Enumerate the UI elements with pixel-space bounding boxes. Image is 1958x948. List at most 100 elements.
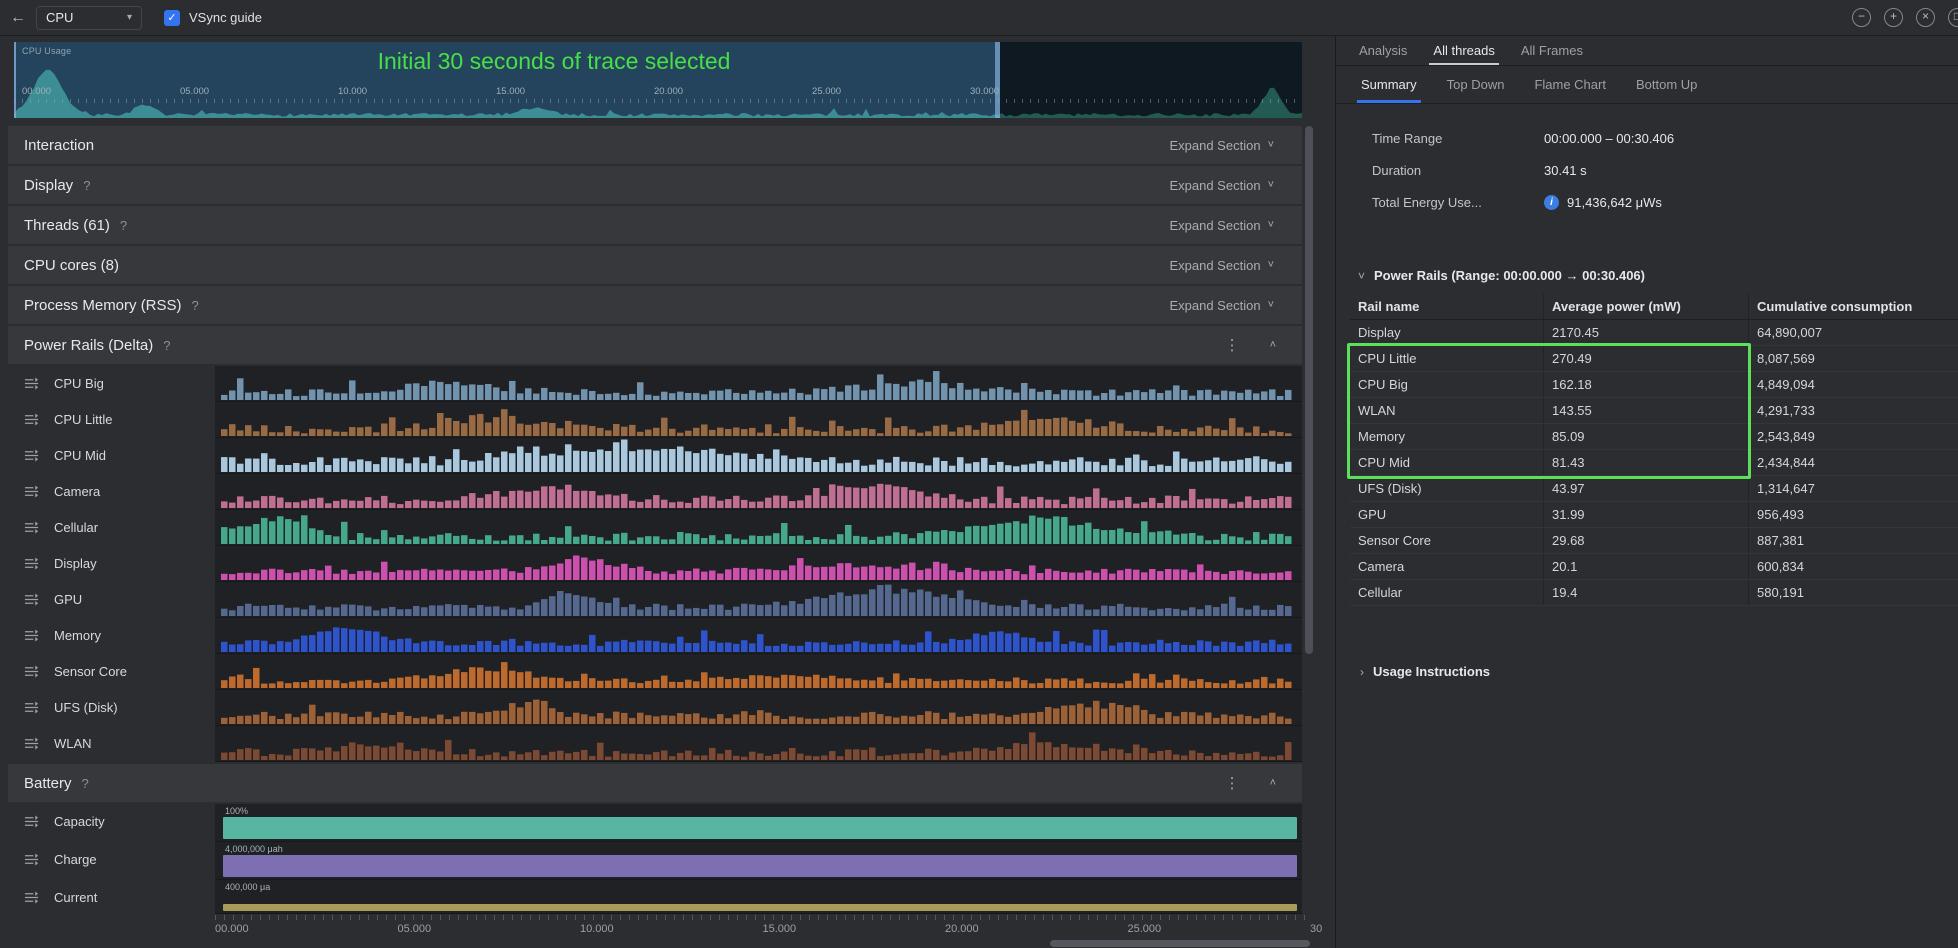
track-options-icon[interactable] [24,484,39,499]
rail-table-row-wlan[interactable]: WLAN143.554,291,733 [1350,398,1958,424]
section-row-threads-61[interactable]: Threads (61)?Expand Section˅ [8,206,1302,244]
track-label: Memory [54,628,101,643]
power-rail-track-cellular[interactable]: Cellular [8,510,1302,546]
more-options-icon[interactable]: ⋮ [1225,774,1240,792]
rail-table-row-gpu[interactable]: GPU31.99956,493 [1350,502,1958,528]
zoom-in-button[interactable]: + [1884,8,1903,27]
expand-section-button[interactable]: Expand Section˅ [1169,218,1274,233]
cell-avg: 85.09 [1543,424,1748,449]
power-rails-details-header[interactable]: ˅ Power Rails (Range: 00:00.000 → 00:30.… [1358,268,1645,283]
rail-table-row-ufs-disk[interactable]: UFS (Disk)43.971,314,647 [1350,476,1958,502]
power-rail-track-display[interactable]: Display [8,546,1302,582]
track-chart-area [215,618,1302,654]
rail-table-row-display[interactable]: Display2170.4564,890,007 [1350,320,1958,346]
track-options-icon[interactable] [24,664,39,679]
column-header-rail-name[interactable]: Rail name [1350,294,1543,319]
tab-analysis[interactable]: Analysis [1346,36,1420,65]
tab-all-threads[interactable]: All threads [1420,36,1507,65]
minimap-tick-label: 00.000 [22,86,51,97]
section-row-display[interactable]: Display?Expand Section˅ [8,166,1302,204]
subtab-flame-chart[interactable]: Flame Chart [1519,66,1621,103]
reset-zoom-button[interactable]: × [1916,8,1935,27]
android-studio-profiler: ← CPU ▾ ✓ VSync guide −+ × □ 00.00005.0001… [0,0,1958,948]
zoom-out-button[interactable]: − [1852,8,1871,27]
power-rail-track-cpu-mid[interactable]: CPU Mid [8,438,1302,474]
battery-track-current[interactable]: Current400,000 μa [8,880,1302,914]
power-rail-track-gpu[interactable]: GPU [8,582,1302,618]
cell-cumulative: 887,381 [1748,528,1958,553]
column-header-average-power-mw[interactable]: Average power (mW) [1543,294,1748,319]
vsync-guide-checkbox[interactable]: ✓ VSync guide [164,10,262,26]
process-selector-dropdown[interactable]: CPU ▾ [36,6,142,30]
track-options-icon[interactable] [24,556,39,571]
more-options-icon[interactable]: ⋮ [1225,336,1240,354]
section-row-interaction[interactable]: Interaction Expand Section˅ [8,126,1302,164]
power-rail-track-wlan[interactable]: WLAN [8,726,1302,762]
vertical-scrollbar[interactable] [1305,126,1313,654]
track-options-icon[interactable] [24,448,39,463]
battery-track-charge[interactable]: Charge4,000,000 μah [8,842,1302,880]
section-row-cpu-cores-8[interactable]: CPU cores (8)Expand Section˅ [8,246,1302,284]
tab-all-frames[interactable]: All Frames [1508,36,1596,65]
power-rail-track-cpu-big[interactable]: CPU Big [8,366,1302,402]
track-options-icon[interactable] [24,736,39,751]
usage-instructions-toggle[interactable]: › Usage Instructions [1360,664,1490,679]
subtab-bottom-up[interactable]: Bottom Up [1621,66,1712,103]
track-options-icon[interactable] [24,814,39,829]
track-chart-area [215,654,1302,690]
track-options-icon[interactable] [24,412,39,427]
rail-table-row-camera[interactable]: Camera20.1600,834 [1350,554,1958,580]
timeline-minimap[interactable]: 00.00005.00010.00015.00020.00025.00030.0… [14,42,1302,118]
zoom-to-selection-button[interactable]: □ [1948,8,1958,27]
power-rail-track-sensor-core[interactable]: Sensor Core [8,654,1302,690]
cell-avg: 143.55 [1543,398,1748,423]
help-icon[interactable]: ? [82,776,89,791]
track-chart-area [215,546,1302,582]
help-icon[interactable]: ? [120,218,127,233]
section-row-process-memory-rss[interactable]: Process Memory (RSS)?Expand Section˅ [8,286,1302,324]
rail-table-row-cellular[interactable]: Cellular19.4580,191 [1350,580,1958,606]
battery-level-bar [223,817,1297,839]
cell-rail: WLAN [1350,398,1543,423]
horizontal-scrollbar[interactable] [1050,940,1310,947]
collapse-section-icon[interactable]: ˄ [1270,777,1276,789]
track-options-icon[interactable] [24,700,39,715]
power-rail-track-memory[interactable]: Memory [8,618,1302,654]
chevron-down-icon: ˅ [1268,179,1274,191]
track-options-icon[interactable] [24,592,39,607]
collapse-section-icon[interactable]: ˄ [1270,339,1276,351]
expand-section-button[interactable]: Expand Section˅ [1169,298,1274,313]
power-rail-track-camera[interactable]: Camera [8,474,1302,510]
help-icon[interactable]: ? [83,178,90,193]
subtab-top-down[interactable]: Top Down [1432,66,1520,103]
help-icon[interactable]: ? [163,338,170,353]
rail-table-row-cpu-little[interactable]: CPU Little270.498,087,569 [1350,346,1958,372]
track-options-icon[interactable] [24,376,39,391]
back-button[interactable]: ← [0,9,36,27]
section-header-power-rails[interactable]: Power Rails (Delta)?⋮˄ [8,326,1302,364]
power-rail-track-ufs-disk[interactable]: UFS (Disk) [8,690,1302,726]
total-energy-row: Total Energy Use... i 91,436,642 μWs [1372,186,1674,218]
track-options-icon[interactable] [24,890,39,905]
cell-cumulative: 2,434,844 [1748,450,1958,475]
rail-table-row-memory[interactable]: Memory85.092,543,849 [1350,424,1958,450]
track-options-icon[interactable] [24,520,39,535]
column-header-cumulative-consumption[interactable]: Cumulative consumption [1748,294,1958,319]
track-options-icon[interactable] [24,628,39,643]
section-title: Interaction [24,137,94,154]
track-options-icon[interactable] [24,852,39,867]
battery-track-capacity[interactable]: Capacity100% [8,804,1302,842]
rail-table-row-cpu-big[interactable]: CPU Big162.184,849,094 [1350,372,1958,398]
rail-table-row-cpu-mid[interactable]: CPU Mid81.432,434,844 [1350,450,1958,476]
cell-cumulative: 2,543,849 [1748,424,1958,449]
expand-section-button[interactable]: Expand Section˅ [1169,258,1274,273]
info-icon[interactable]: i [1544,195,1559,210]
track-chart-area [215,582,1302,618]
subtab-summary[interactable]: Summary [1346,66,1432,103]
expand-section-button[interactable]: Expand Section˅ [1169,178,1274,193]
section-header-battery[interactable]: Battery?⋮˄ [8,764,1302,802]
expand-section-button[interactable]: Expand Section˅ [1169,138,1274,153]
help-icon[interactable]: ? [192,298,199,313]
power-rail-track-cpu-little[interactable]: CPU Little [8,402,1302,438]
rail-table-row-sensor-core[interactable]: Sensor Core29.68887,381 [1350,528,1958,554]
